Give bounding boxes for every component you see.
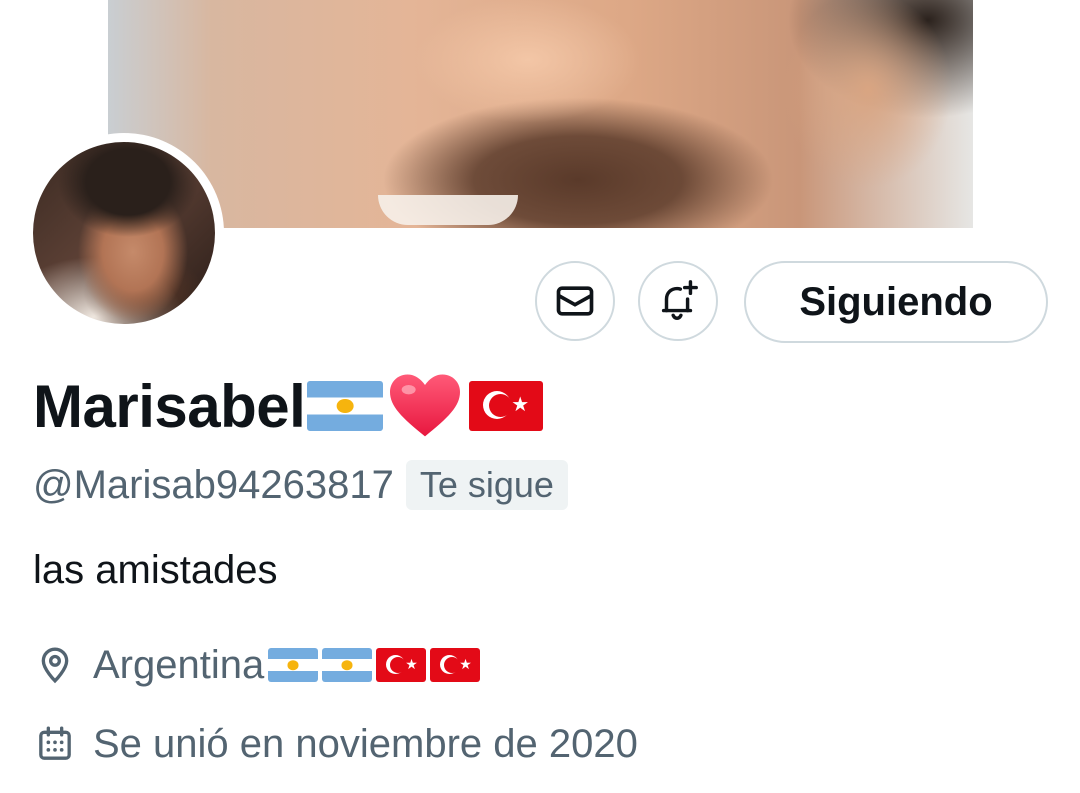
- joined-date-text: Se unió en noviembre de 2020: [93, 721, 638, 766]
- display-name: Marisabel: [33, 372, 306, 440]
- argentina-flag-emoji: [307, 381, 384, 431]
- location-flags: ★ ★: [264, 648, 481, 682]
- argentina-flag-emoji: [322, 648, 373, 682]
- location-pin-icon: [33, 643, 77, 687]
- bio-text: las amistades: [33, 548, 278, 592]
- notify-button[interactable]: [638, 261, 718, 341]
- calendar-icon: [33, 722, 77, 766]
- banner-image-detail: [378, 195, 518, 225]
- location-row: Argentina ★ ★: [33, 637, 481, 693]
- red-heart-emoji: [390, 374, 461, 437]
- message-button[interactable]: [535, 261, 615, 341]
- follows-you-badge: Te sigue: [405, 460, 568, 510]
- following-button[interactable]: Siguiendo: [744, 261, 1048, 343]
- turkey-flag-emoji: ★: [430, 648, 481, 682]
- banner-image: [108, 0, 973, 228]
- bell-plus-icon: [661, 280, 698, 320]
- joined-row: Se unió en noviembre de 2020: [33, 716, 638, 772]
- user-handle: @Marisab94263817: [33, 462, 394, 507]
- display-name-row: Marisabel ★: [33, 368, 544, 444]
- location-text: Argentina: [93, 642, 265, 687]
- avatar[interactable]: [33, 142, 215, 324]
- turkey-flag-emoji: ★: [376, 648, 427, 682]
- turkey-flag-emoji: ★: [469, 381, 544, 431]
- handle-row: @Marisab94263817 Te sigue: [33, 457, 568, 513]
- argentina-flag-emoji: [268, 648, 319, 682]
- envelope-icon: [556, 286, 594, 316]
